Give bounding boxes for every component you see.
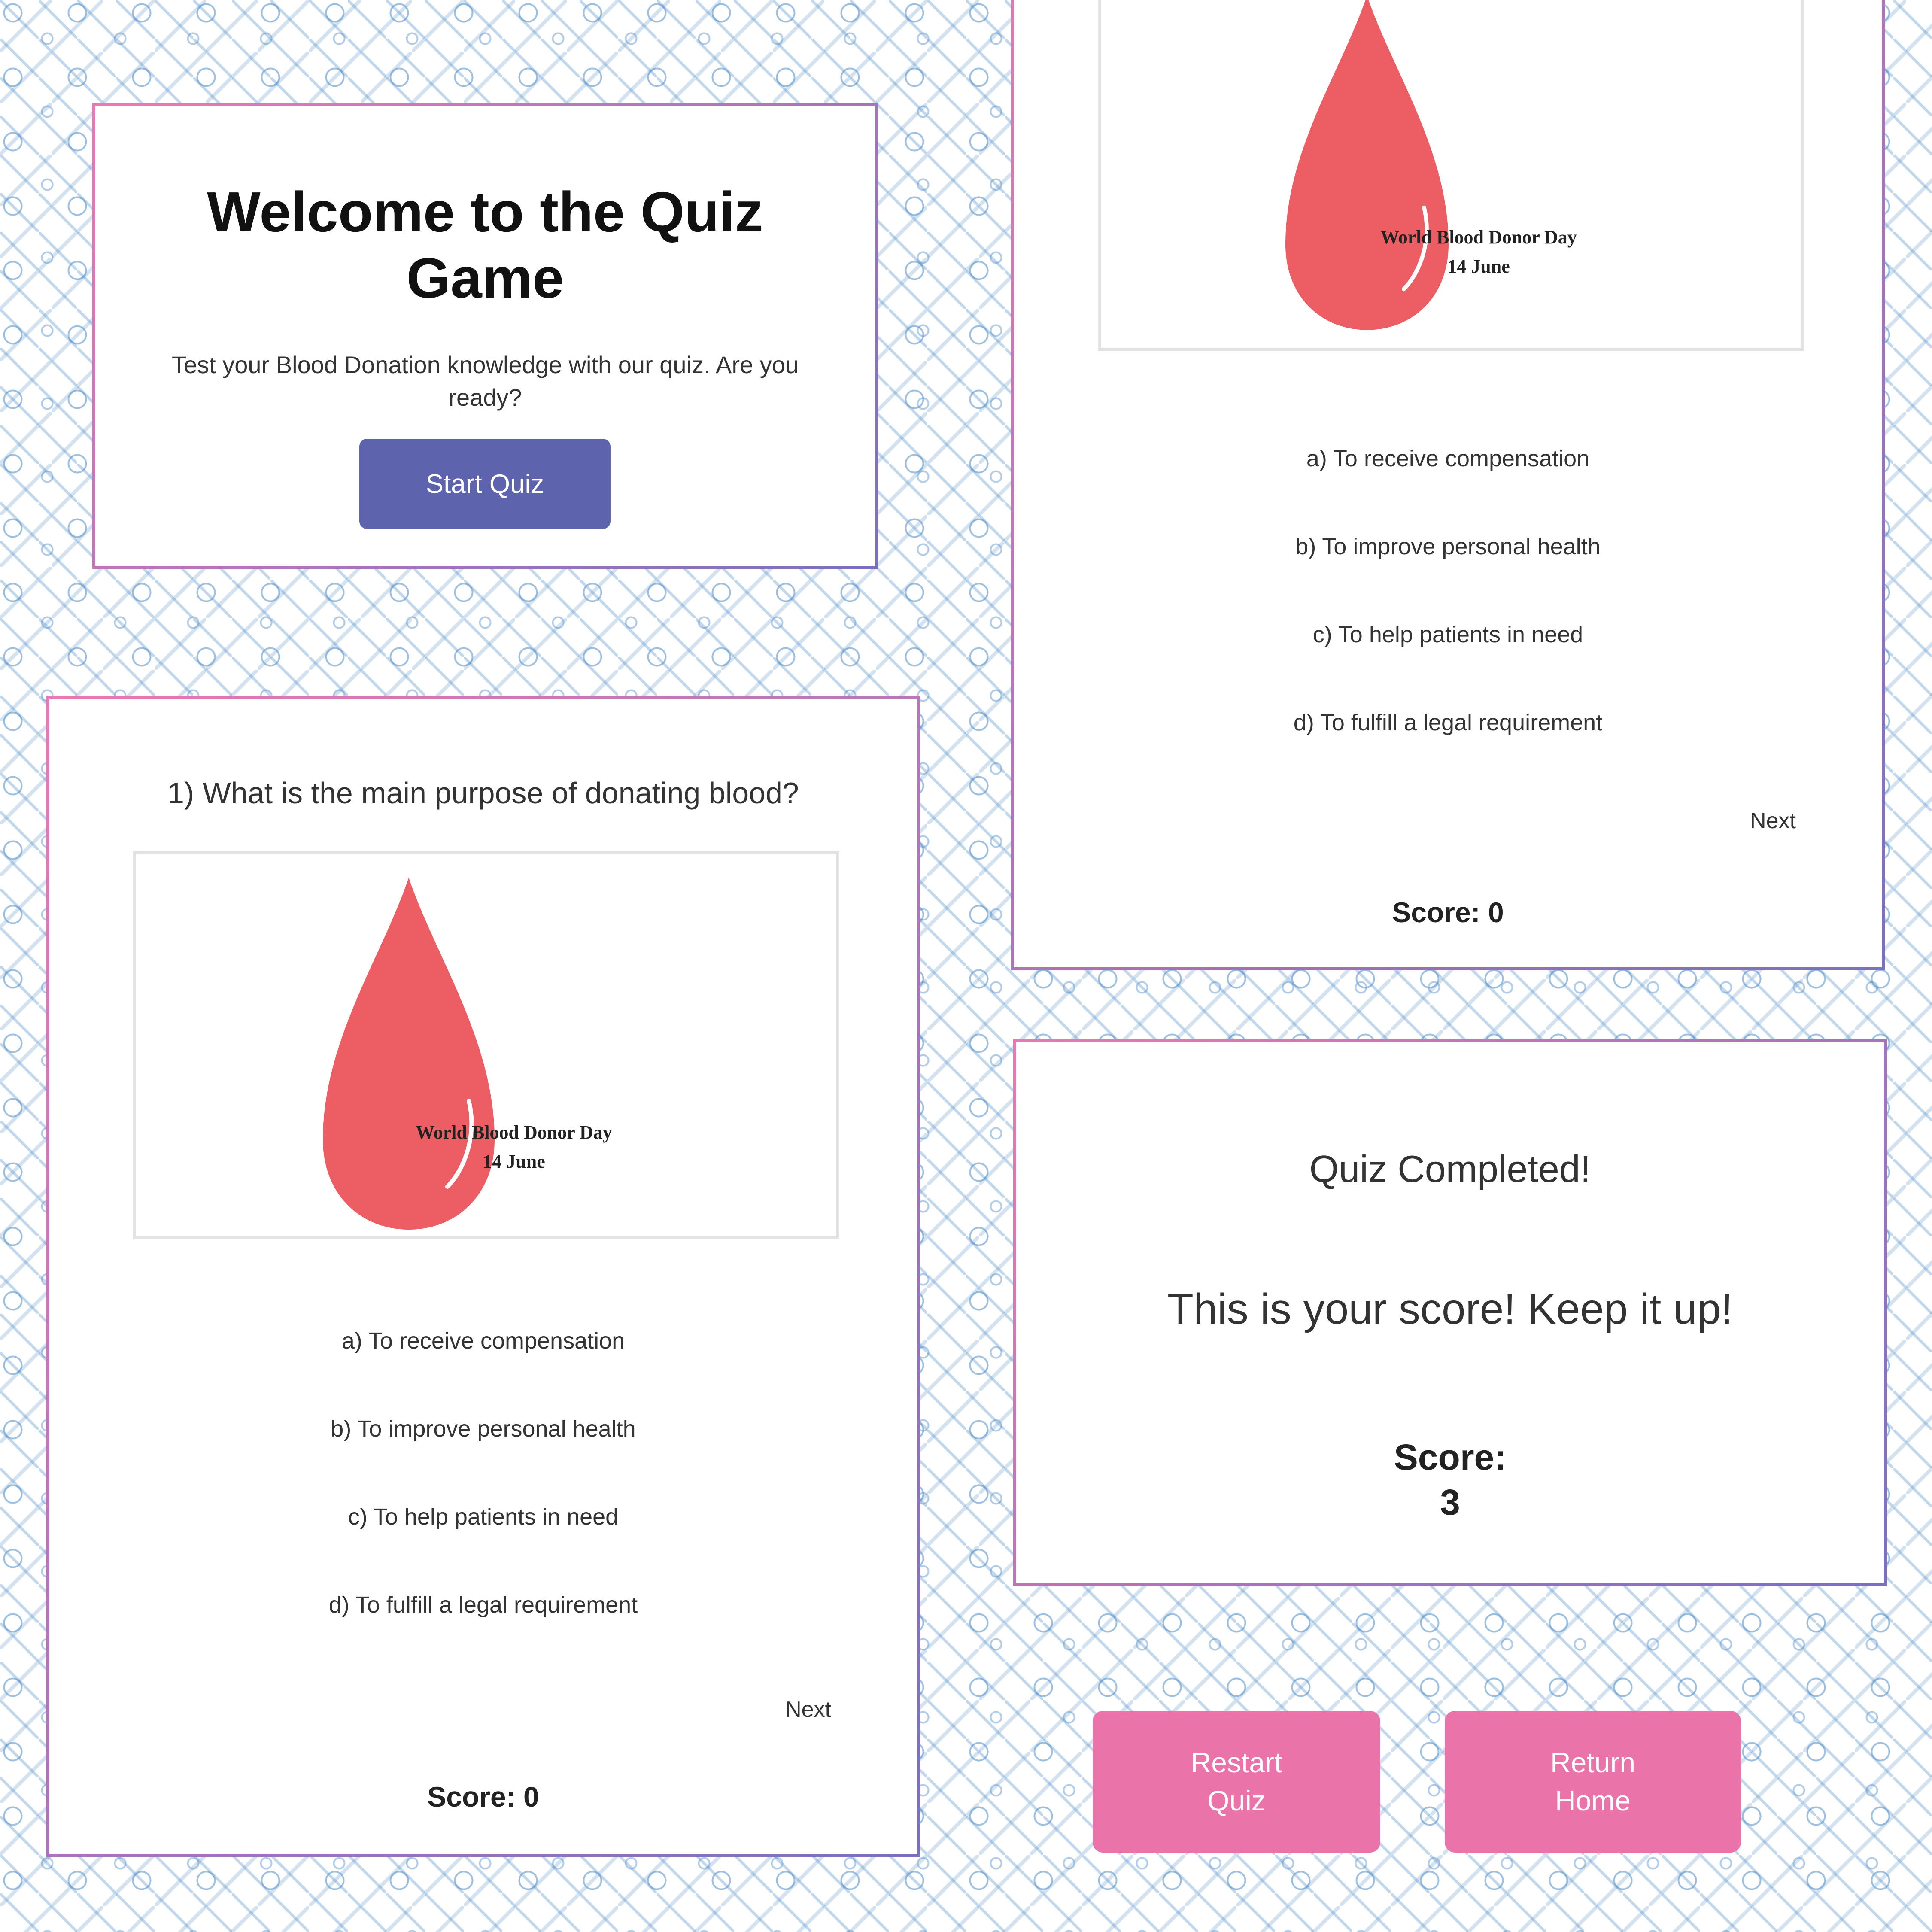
welcome-card: Welcome to the Quiz Game Test your Blood… [92,103,878,569]
final-score-value: 3 [1440,1482,1460,1522]
image-caption: World Blood Donor Day 14 June [1341,223,1616,281]
image-caption-line2: 14 June [1447,256,1510,277]
score-display: Score: 0 [1392,896,1504,928]
question-card-scrolled: World Blood Donor Day 14 June a) To rece… [1011,0,1885,970]
page: { "welcome": { "title": "Welcome to the … [0,0,1932,1932]
welcome-subtitle: Test your Blood Donation knowledge with … [172,351,799,411]
image-caption-line2: 14 June [483,1151,545,1173]
results-title: Quiz Completed! [1309,1148,1591,1190]
option-d[interactable]: d) To fulfill a legal requirement [49,1592,917,1618]
option-a[interactable]: a) To receive compensation [49,1327,917,1354]
return-home-button[interactable]: Return Home [1445,1711,1741,1853]
next-button[interactable]: Next [785,1697,831,1722]
question-image: World Blood Donor Day 14 June [133,851,839,1239]
start-quiz-button[interactable]: Start Quiz [359,439,611,529]
results-card: Quiz Completed! This is your score! Keep… [1013,1039,1887,1586]
welcome-title: Welcome to the Quiz Game [207,180,763,310]
restart-quiz-button[interactable]: Restart Quiz [1093,1711,1380,1853]
results-message: This is your score! Keep it up! [1167,1285,1733,1333]
option-c[interactable]: c) To help patients in need [1014,621,1882,648]
image-caption: World Blood Donor Day 14 June [377,1118,651,1176]
image-caption-line1: World Blood Donor Day [1380,227,1577,248]
option-c[interactable]: c) To help patients in need [49,1504,917,1530]
option-b[interactable]: b) To improve personal health [1014,533,1882,560]
question-image-scrolled: World Blood Donor Day 14 June [1098,0,1804,351]
next-button[interactable]: Next [1750,808,1796,834]
score-display: Score: 0 [427,1781,539,1813]
option-d[interactable]: d) To fulfill a legal requirement [1014,709,1882,736]
blood-drop-icon [323,878,495,1230]
image-caption-line1: World Blood Donor Day [416,1122,612,1143]
question-card: 1) What is the main purpose of donating … [46,696,920,1857]
option-a[interactable]: a) To receive compensation [1014,445,1882,472]
question-text: 1) What is the main purpose of donating … [167,776,799,810]
final-score: Score: 3 [1016,1435,1884,1525]
option-b[interactable]: b) To improve personal health [49,1416,917,1442]
final-score-label: Score: [1394,1437,1507,1477]
